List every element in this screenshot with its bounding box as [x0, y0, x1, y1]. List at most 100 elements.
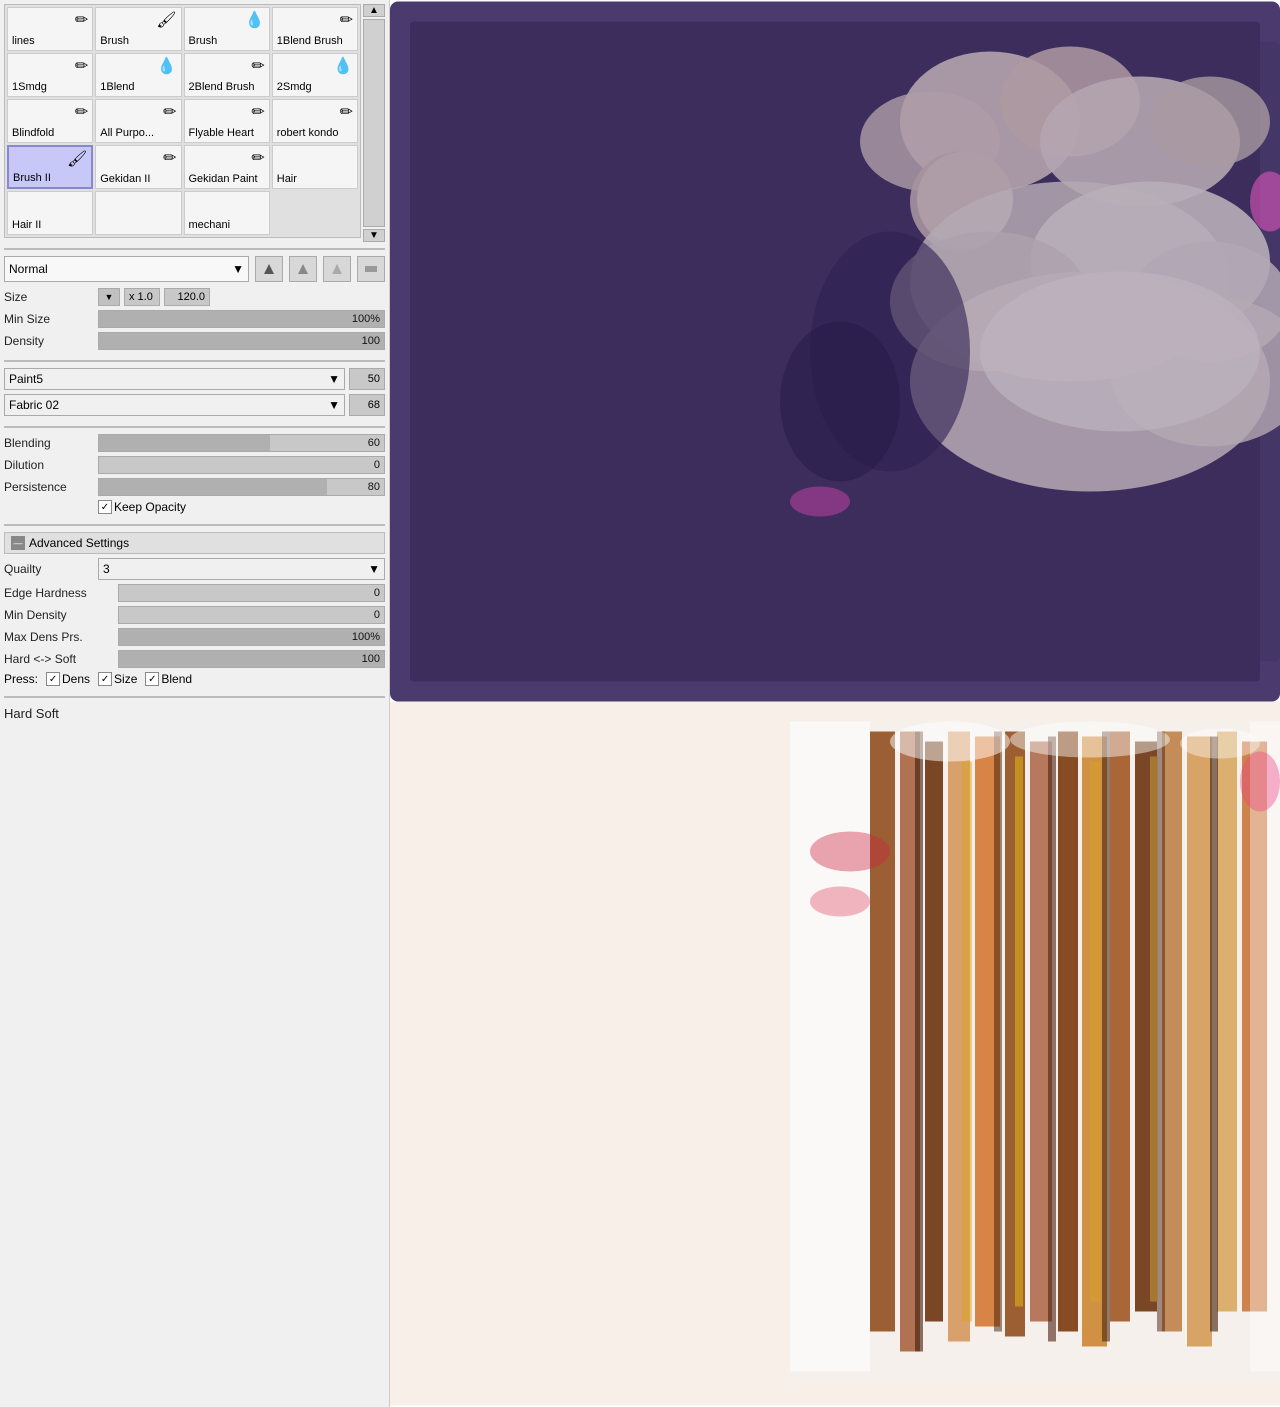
keep-opacity-checkbox-item[interactable]: ✓ Keep Opacity [98, 500, 186, 514]
persistence-slider[interactable]: 80 [98, 478, 385, 496]
keep-opacity-checkbox[interactable]: ✓ [98, 500, 112, 514]
max-dens-prs-label: Max Dens Prs. [4, 630, 114, 644]
min-size-slider[interactable]: 100% [98, 310, 385, 328]
brush-name-1blend: 1Blend Brush [277, 35, 343, 48]
brush-cell-2smdg[interactable]: 💧 2Smdg [272, 53, 358, 97]
brush-icon-robertkondo: ✏ [340, 102, 353, 122]
texture2-dropdown[interactable]: Fabric 02 ▼ [4, 394, 345, 416]
max-dens-prs-slider[interactable]: 100% [118, 628, 385, 646]
brush-cell-robertkondo[interactable]: ✏ robert kondo [272, 99, 358, 143]
min-size-fill [99, 311, 384, 327]
size-value[interactable]: 120.0 [164, 288, 210, 306]
scroll-down-button[interactable]: ▼ [363, 229, 385, 242]
brush-cell-blindfold[interactable]: ✏ Blindfold [7, 99, 93, 143]
press-blend-checkbox[interactable]: ✓ [145, 672, 159, 686]
density-row: Density 100 [4, 332, 385, 350]
brush-name-brush2: Brush [189, 35, 218, 48]
brush-cell-hair[interactable]: Hair [272, 145, 358, 189]
brush-cell-1blend2[interactable]: 💧 1Blend [95, 53, 181, 97]
min-density-value: 0 [374, 607, 380, 623]
press-dens-checkbox[interactable]: ✓ [46, 672, 60, 686]
max-dens-prs-fill [119, 629, 384, 645]
blend-mode-row: Normal ▼ [4, 256, 385, 282]
brush-name-brush-ii: Brush II [13, 172, 51, 185]
persistence-row: Persistence 80 [4, 478, 385, 496]
hard-soft-footer: Hard Soft [4, 706, 385, 721]
brush-icon-flyable: ✏ [251, 102, 264, 122]
rect-icon [364, 265, 378, 273]
scroll-up-button[interactable]: ▲ [363, 4, 385, 17]
shape-btn-2[interactable] [289, 256, 317, 282]
quality-dropdown[interactable]: 3 ▼ [98, 558, 385, 580]
press-size-item[interactable]: ✓ Size [98, 672, 137, 686]
brush-cell-hair2[interactable]: Hair II [7, 191, 93, 235]
shape-btn-4[interactable] [357, 256, 385, 282]
persistence-fill [99, 479, 327, 495]
blend-mode-label: Normal [9, 262, 48, 276]
brush-name-flyable: Flyable Heart [189, 127, 254, 140]
press-dens-item[interactable]: ✓ Dens [46, 672, 90, 686]
hard-soft-label: Hard <-> Soft [4, 652, 114, 666]
brush-cell-2blend[interactable]: ✏ 2Blend Brush [184, 53, 270, 97]
brush-cell-brush-ii[interactable]: 🖌 Brush II [7, 145, 93, 189]
press-size-checkbox[interactable]: ✓ [98, 672, 112, 686]
brush-icon-1blend2: 💧 [157, 56, 177, 76]
brush-cell-flyable[interactable]: ✏ Flyable Heart [184, 99, 270, 143]
brush-icon-brush1: 🖌 [156, 10, 176, 30]
divider-3 [4, 426, 385, 428]
brush-icon-1smdg: ✏ [75, 56, 88, 76]
scroll-thumb[interactable] [363, 19, 385, 227]
brush-cell-brush2[interactable]: 💧 Brush [184, 7, 270, 51]
texture1-name: Paint5 [9, 372, 43, 386]
quality-arrow-icon: ▼ [368, 562, 380, 576]
shape-btn-3[interactable] [323, 256, 351, 282]
blend-mode-dropdown[interactable]: Normal ▼ [4, 256, 249, 282]
texture1-dropdown[interactable]: Paint5 ▼ [4, 368, 345, 390]
brush-cell-gekidan2[interactable]: ✏ Gekidan II [95, 145, 181, 189]
keep-opacity-row: ✓ Keep Opacity [4, 500, 385, 514]
press-blend-label: Blend [161, 672, 192, 686]
canvas-area[interactable] [390, 0, 1280, 1407]
triangle-icon-3 [330, 262, 344, 276]
dilution-slider[interactable]: 0 [98, 456, 385, 474]
sidebar: ✏ lines 🖌 Brush 💧 Brush ✏ 1Blend Brush ✏… [0, 0, 390, 1407]
texture1-row: Paint5 ▼ 50 [4, 368, 385, 390]
hard-soft-row: Hard <-> Soft 100 [4, 650, 385, 668]
brush-cell-gekidanpaint[interactable]: ✏ Gekidan Paint [184, 145, 270, 189]
size-label: Size [4, 290, 94, 304]
painting-canvas[interactable] [390, 0, 1280, 1407]
brush-cell-1smdg[interactable]: ✏ 1Smdg [7, 53, 93, 97]
blending-label: Blending [4, 436, 94, 450]
press-row: Press: ✓ Dens ✓ Size ✓ Blend [4, 672, 385, 686]
min-density-slider[interactable]: 0 [118, 606, 385, 624]
brush-cell-empty[interactable] [95, 191, 181, 235]
density-slider[interactable]: 100 [98, 332, 385, 350]
brush-name-gekidanpaint: Gekidan Paint [189, 173, 258, 186]
min-density-row: Min Density 0 [4, 606, 385, 624]
size-mini-dropdown[interactable]: ▼ [98, 288, 120, 306]
brush-icon-blindfold: ✏ [75, 102, 88, 122]
shape-btn-1[interactable] [255, 256, 283, 282]
brush-icon-lines: ✏ [75, 10, 88, 30]
brush-cell-mechani[interactable]: mechani [184, 191, 270, 235]
persistence-value: 80 [368, 479, 380, 495]
keep-opacity-label: Keep Opacity [114, 500, 186, 514]
quality-label: Quailty [4, 562, 94, 576]
advanced-settings-header[interactable]: — Advanced Settings [4, 532, 385, 554]
brush-cell-1blend[interactable]: ✏ 1Blend Brush [272, 7, 358, 51]
texture2-name: Fabric 02 [9, 398, 59, 412]
edge-hardness-slider[interactable]: 0 [118, 584, 385, 602]
brush-cell-brush1[interactable]: 🖌 Brush [95, 7, 181, 51]
brush-cell-allpurpose[interactable]: ✏ All Purpo... [95, 99, 181, 143]
blending-row: Blending 60 [4, 434, 385, 452]
brush-scroll-col: ▲ ▼ [363, 4, 385, 242]
hard-soft-slider[interactable]: 100 [118, 650, 385, 668]
blending-slider[interactable]: 60 [98, 434, 385, 452]
divider-5 [4, 696, 385, 698]
press-blend-item[interactable]: ✓ Blend [145, 672, 192, 686]
brush-cell-lines[interactable]: ✏ lines [7, 7, 93, 51]
brush-grid-wrapper: ✏ lines 🖌 Brush 💧 Brush ✏ 1Blend Brush ✏… [4, 4, 385, 242]
brush-name-mechani: mechani [189, 219, 231, 232]
edge-hardness-value: 0 [374, 585, 380, 601]
size-multiplier[interactable]: x 1.0 [124, 288, 160, 306]
